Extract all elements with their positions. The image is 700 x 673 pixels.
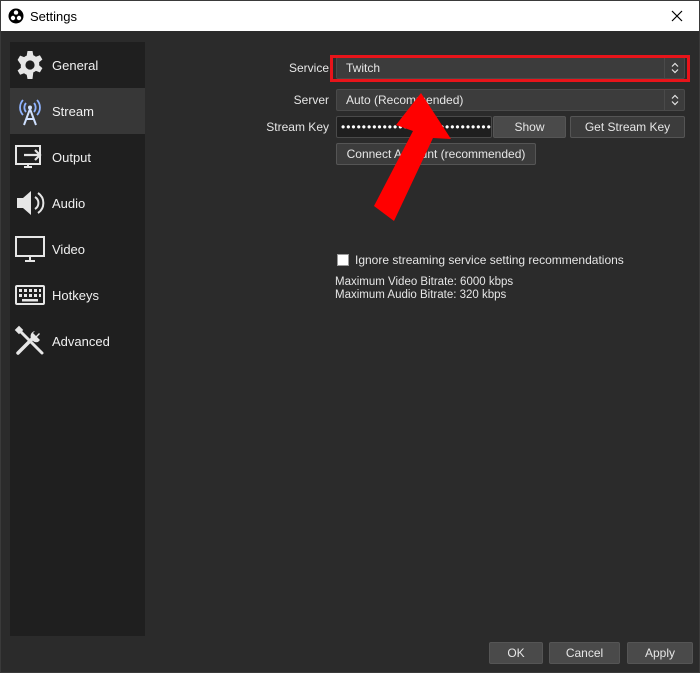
monitor-icon (15, 236, 45, 262)
keyboard-icon (15, 285, 45, 305)
service-label: Service (288, 61, 329, 75)
sidebar-item-output[interactable]: Output (10, 134, 145, 180)
stream-key-label: Stream Key (266, 120, 329, 134)
ok-button[interactable]: OK (489, 642, 543, 664)
sidebar-item-label: Hotkeys (52, 287, 99, 303)
obs-logo-icon (8, 8, 24, 24)
get-stream-key-button[interactable]: Get Stream Key (570, 116, 685, 138)
apply-button[interactable]: Apply (627, 642, 693, 664)
settings-window: Settings General Stream Output Audio Vid… (0, 0, 700, 673)
settings-content: General Stream Output Audio Video Hotkey… (1, 31, 699, 672)
ignore-recommendations-checkbox-row[interactable]: Ignore streaming service setting recomme… (337, 253, 624, 267)
gear-icon (17, 51, 43, 79)
select-arrows-icon (664, 90, 684, 110)
title-bar: Settings (1, 1, 699, 31)
ignore-recommendations-label: Ignore streaming service setting recomme… (355, 253, 624, 267)
show-key-button[interactable]: Show (493, 116, 566, 138)
sidebar-item-general[interactable]: General (10, 42, 145, 88)
sidebar-item-label: Advanced (52, 333, 110, 349)
server-value: Auto (Recommended) (346, 93, 464, 107)
server-label: Server (293, 93, 329, 107)
sidebar-item-label: Video (52, 241, 86, 257)
cancel-button[interactable]: Cancel (549, 642, 620, 664)
sidebar-item-advanced[interactable]: Advanced (10, 318, 145, 364)
sidebar-item-video[interactable]: Video (10, 226, 145, 272)
connect-account-button[interactable]: Connect Account (recommended) (336, 143, 536, 165)
tools-icon (14, 325, 44, 355)
speaker-icon (17, 191, 45, 215)
sidebar-item-label: Output (52, 149, 92, 165)
sidebar-item-label: Stream (52, 103, 94, 119)
antenna-icon (19, 99, 41, 126)
window-title: Settings (30, 9, 77, 24)
ignore-recommendations-checkbox[interactable] (337, 254, 349, 266)
max-video-bitrate-text: Maximum Video Bitrate: 6000 kbps (335, 276, 514, 288)
sidebar-item-label: General (52, 57, 99, 73)
service-highlight-box (330, 55, 690, 82)
close-button[interactable] (657, 1, 697, 31)
settings-sidebar: General Stream Output Audio Video Hotkey… (10, 42, 145, 636)
server-select[interactable]: Auto (Recommended) (336, 89, 685, 111)
stream-key-input[interactable] (336, 116, 492, 138)
max-audio-bitrate-text: Maximum Audio Bitrate: 320 kbps (335, 289, 507, 301)
close-icon (671, 10, 683, 22)
sidebar-item-stream[interactable]: Stream (10, 88, 145, 134)
sidebar-item-hotkeys[interactable]: Hotkeys (10, 272, 145, 318)
output-icon (15, 145, 42, 168)
sidebar-item-label: Audio (52, 195, 86, 211)
sidebar-item-audio[interactable]: Audio (10, 180, 145, 226)
